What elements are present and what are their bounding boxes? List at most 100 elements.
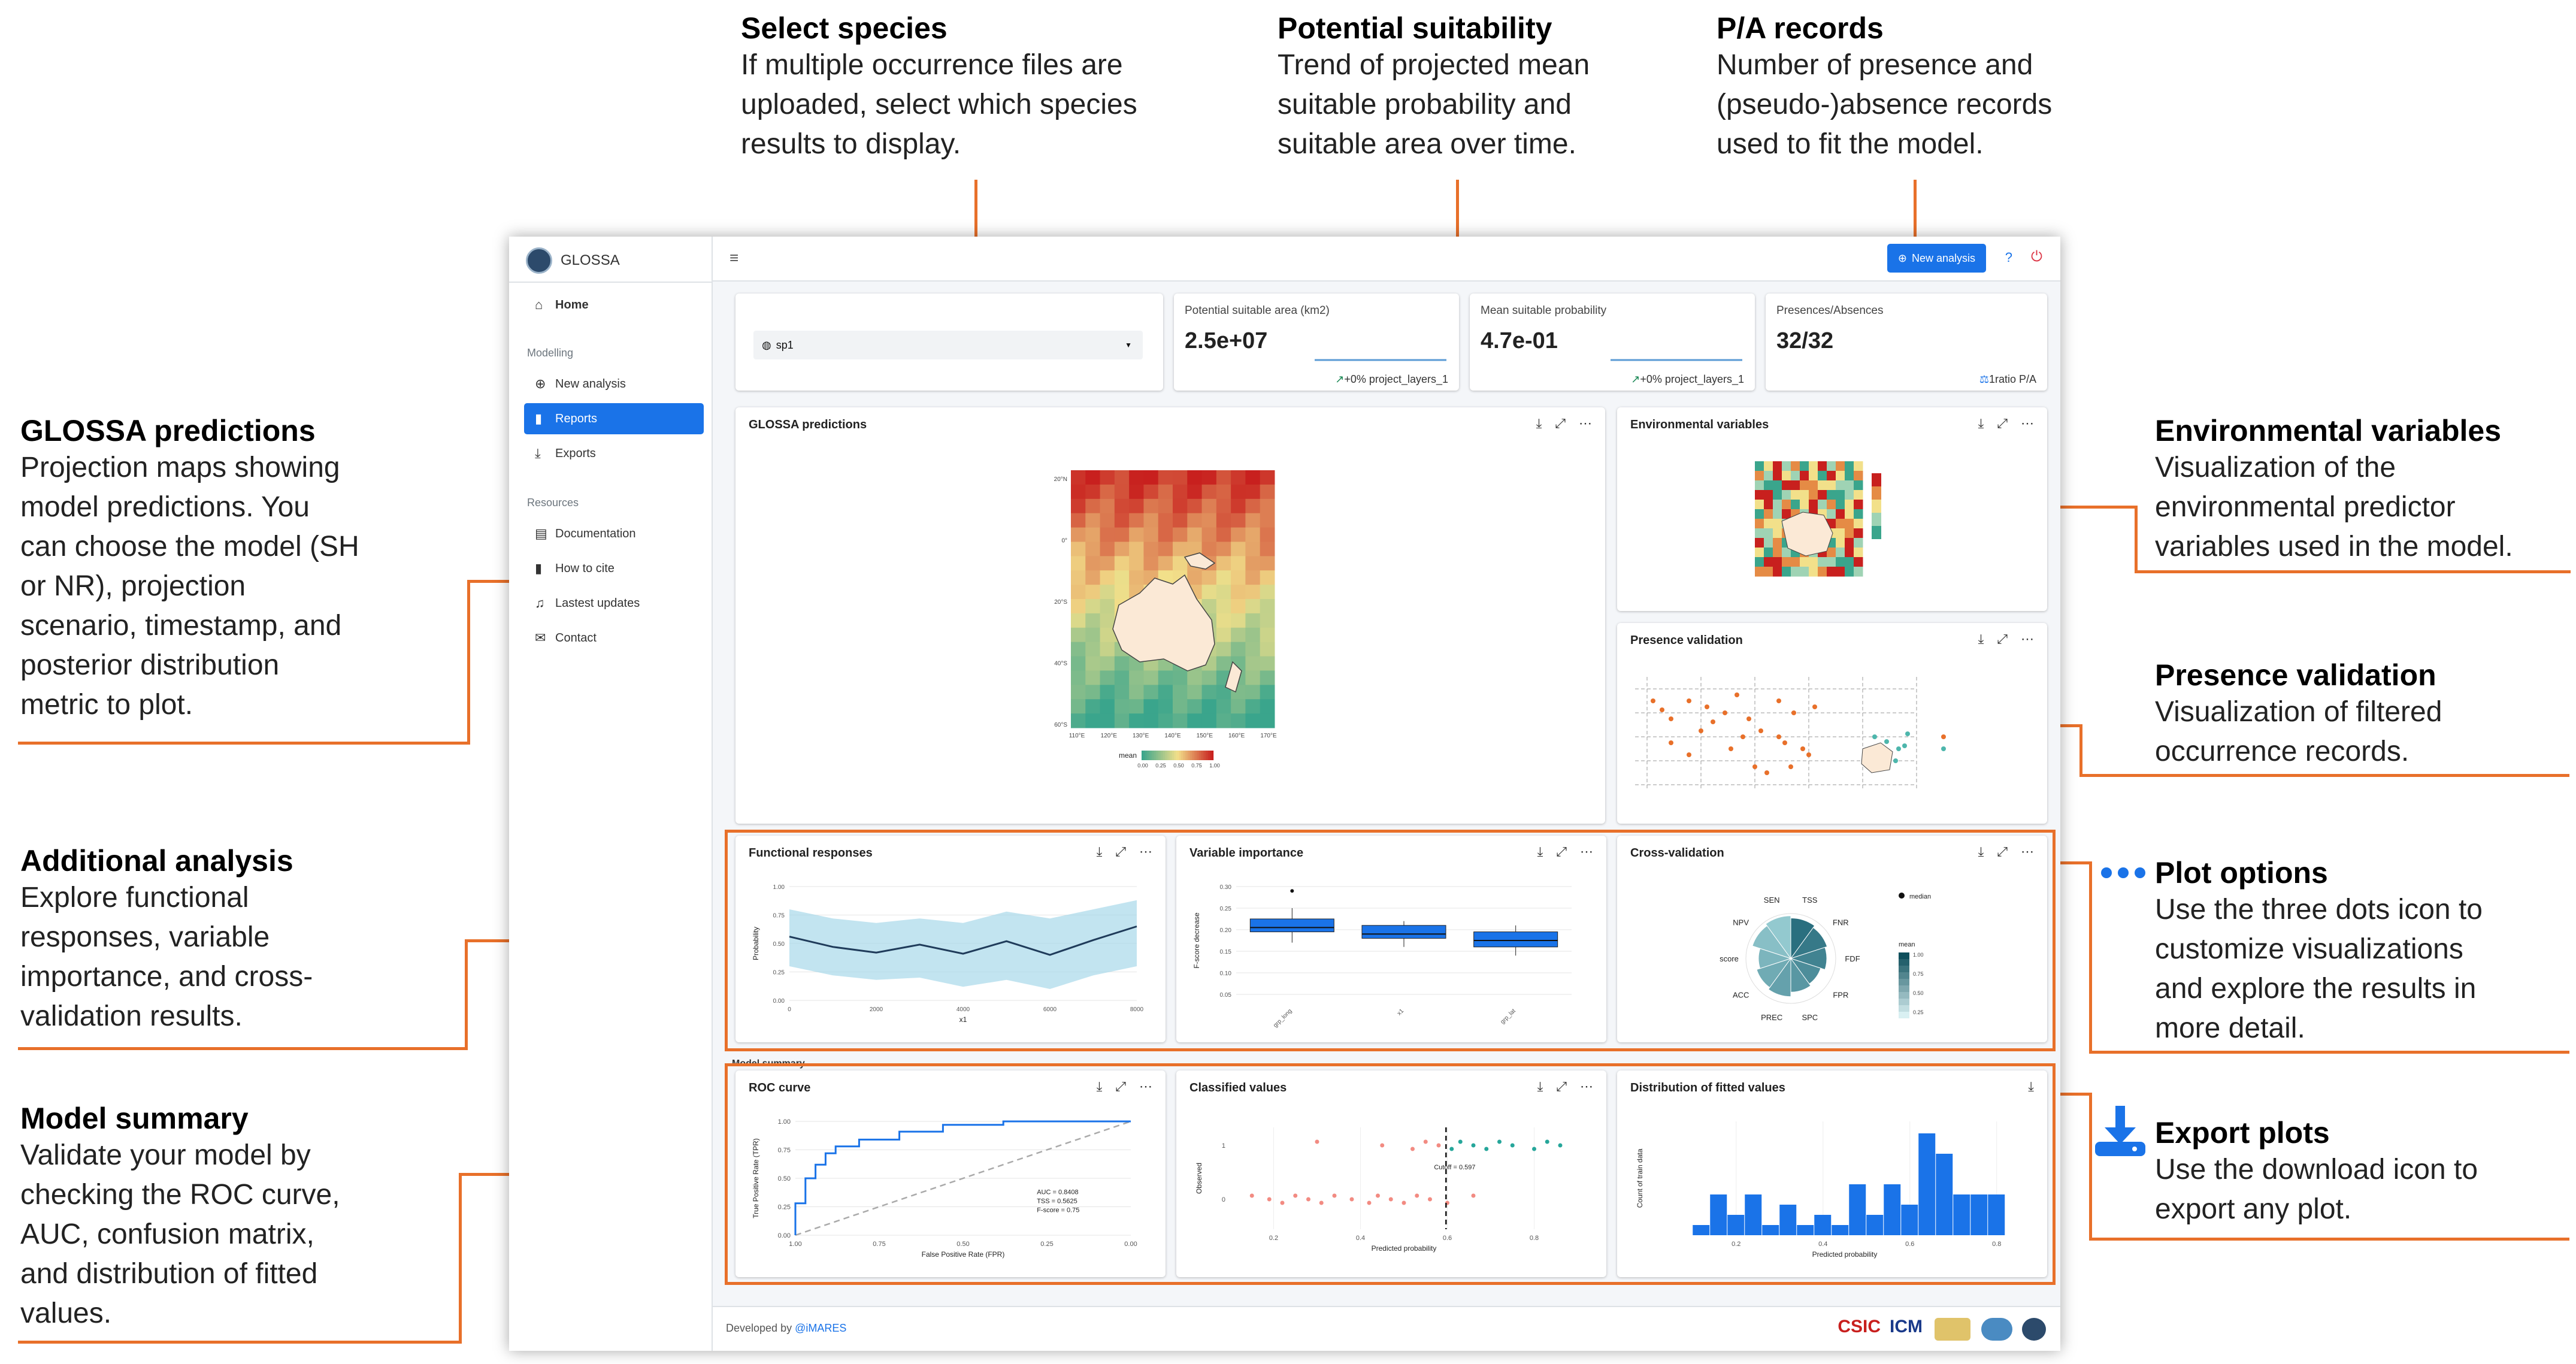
heatmap-cell [1187,513,1203,528]
download-icon[interactable]: ⤓ [1978,416,1984,431]
three-dots-icon [2101,867,2145,878]
kept-point [1884,739,1889,744]
kept-point [1905,731,1910,736]
heatmap-cell [1085,585,1101,600]
legend-swatch-discarded [1941,734,1946,739]
heatmap-cell [1158,498,1173,514]
heatmap-cell [1791,567,1800,577]
heatmap-cell [1143,484,1159,500]
heatmap-cell [1173,498,1188,514]
heatmap-cell [1201,685,1217,700]
download-icon[interactable]: ⤓ [1978,631,1984,647]
heatmap-cell [1231,613,1246,628]
heatmap-cell [1231,484,1246,500]
new-analysis-button[interactable]: ⊕ New analysis [1887,244,1986,273]
heatmap-cell [1201,498,1217,514]
heatmap-cell [1764,538,1773,548]
heatmap-cell [1809,567,1818,577]
more-options-icon[interactable]: ⋯ [2021,631,2034,647]
legend-gradient-step [1190,751,1192,760]
brand[interactable]: GLOSSA [526,247,620,274]
more-options-icon[interactable]: ⋯ [2021,416,2034,431]
heatmap-cell [1791,461,1800,471]
heatmap-cell [1764,557,1773,567]
heatmap-cell [1100,498,1115,514]
heatmap-cell [1845,490,1854,500]
heatmap-cell [1260,527,1275,542]
sidebar-item-contact[interactable]: ✉ Contact [524,622,704,654]
heatmap-cell [1201,527,1217,542]
heatmap-cell [1260,713,1275,728]
heatmap-cell [1800,490,1809,500]
heatmap-cell [1818,557,1827,567]
discarded-point [1776,734,1781,739]
species-select[interactable]: ◍ sp1 ▼ [753,331,1143,359]
heatmap-cell [1260,484,1275,500]
heatmap-cell [1129,498,1144,514]
heatmap-cell [1231,470,1246,485]
y-tick-label: 20°S [1054,599,1067,606]
heatmap-cell [1100,656,1115,671]
heatmap-cell [1827,548,1836,558]
x-tick-label: 150°E [1197,733,1213,739]
heatmap-cell [1836,567,1845,577]
heatmap-cell [1100,699,1115,714]
sidebar-item-latest-updates[interactable]: ♫ Lastest updates [524,588,704,619]
download-icon[interactable]: ⤓ [1536,416,1542,431]
imares-link[interactable]: @iMARES [795,1322,846,1334]
sidebar-item-new-analysis[interactable]: ⊕ New analysis [524,368,704,400]
sidebar-item-how-to-cite[interactable]: ▮ How to cite [524,553,704,584]
expand-icon[interactable]: ⤢ [1997,631,2008,647]
heatmap-cell [1773,461,1782,471]
heatmap-cell [1216,713,1231,728]
discarded-point [1782,740,1787,745]
expand-icon[interactable]: ⤢ [1555,416,1566,431]
heatmap-cell [1143,498,1159,514]
heatmap-cell [1085,513,1101,528]
heatmap-cell [1755,528,1764,539]
heatmap-cell [1245,599,1261,614]
discarded-point [1729,746,1733,751]
heatmap-cell [1845,538,1854,548]
legend-gradient-step [1872,526,1881,539]
heatmap-cell [1071,670,1086,685]
heatmap-cell [1755,557,1764,567]
legend-tick-label: 0.00 [1137,763,1148,769]
power-icon[interactable]: ⏻ [2031,249,2042,265]
heatmap-cell [1100,484,1115,500]
heatmap-cell [1827,490,1836,500]
heatmap-cell [1129,527,1144,542]
heatmap-cell [1854,567,1863,577]
heatmap-cell [1231,713,1246,728]
heatmap-cell [1100,642,1115,657]
expand-icon[interactable]: ⤢ [1997,416,2008,431]
sidebar-item-documentation[interactable]: ▤ Documentation [524,518,704,549]
sidebar-item-home[interactable]: ⌂ Home [524,289,704,320]
heatmap-cell [1755,500,1764,510]
heatmap-cell [1085,713,1101,728]
heatmap-cell [1187,484,1203,500]
sidebar-item-reports[interactable]: ▮ Reports [524,403,704,434]
heatmap-cell [1845,480,1854,491]
heatmap-cell [1245,685,1261,700]
help-icon[interactable]: ? [2005,250,2012,265]
discarded-point [1711,719,1715,724]
top-navbar: ≡ ⊕ New analysis ? ⏻ [713,237,2060,282]
home-icon: ⌂ [535,297,543,312]
heatmap-cell [1201,670,1217,685]
sidebar-item-exports[interactable]: ⤓ Exports [524,438,704,469]
more-options-icon[interactable]: ⋯ [1579,416,1592,431]
heatmap-cell [1114,670,1130,685]
kept-point [1893,758,1898,763]
heatmap-cell [1100,670,1115,685]
heatmap-cell [1071,685,1086,700]
heatmap-cell [1764,528,1773,539]
bar-chart-icon: ▮ [535,411,543,426]
x-tick-label: 130°E [1133,733,1149,739]
heatmap-cell [1216,585,1231,600]
hamburger-menu-icon[interactable]: ≡ [729,249,738,267]
heatmap-cell [1158,685,1173,700]
connector-line [467,580,470,745]
heatmap-cell [1764,548,1773,558]
scale-icon: ⚖ [1979,373,1989,385]
